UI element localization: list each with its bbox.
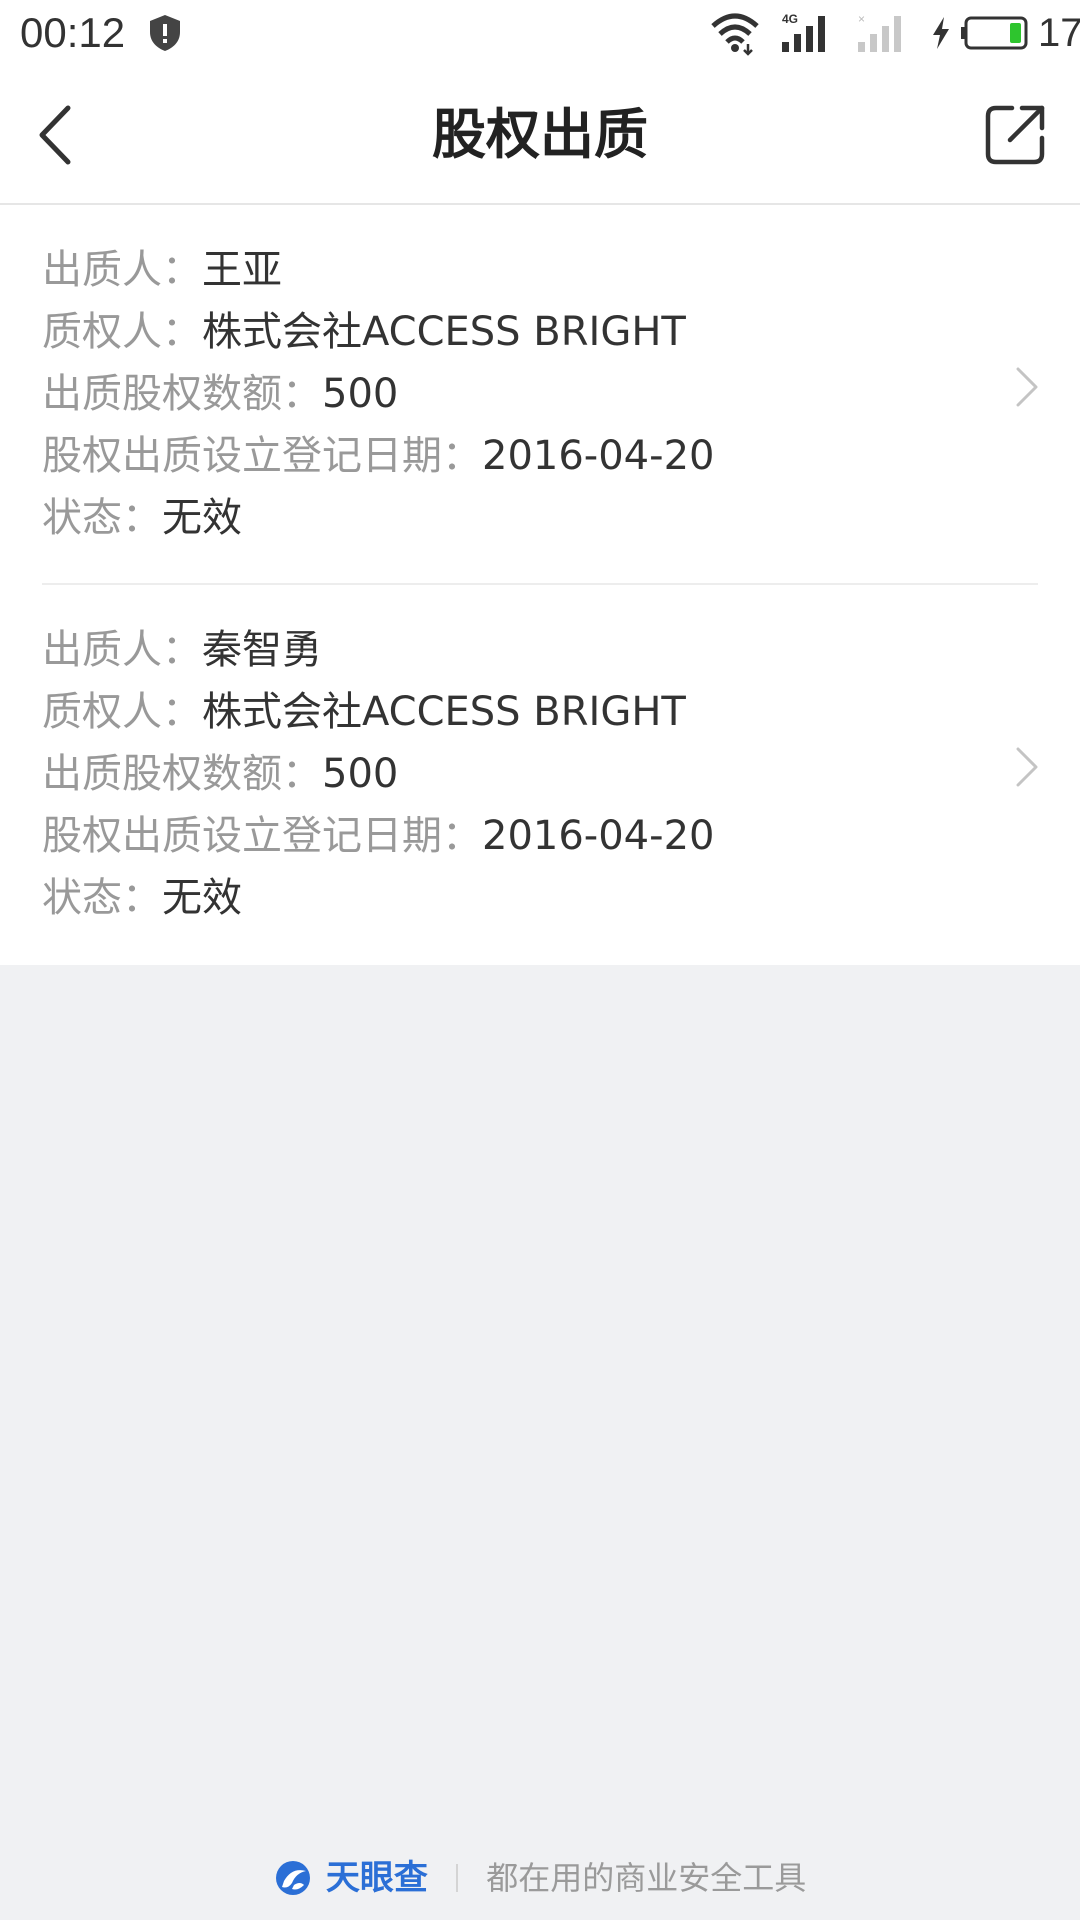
nav-bar: 股权出质 xyxy=(0,66,1080,205)
chevron-right-icon xyxy=(1016,367,1038,407)
date-label: 股权出质设立登记日期： xyxy=(42,433,482,479)
signal-no-sim-icon: × xyxy=(858,12,901,52)
pledgor-label: 出质人： xyxy=(42,247,202,293)
footer: 天眼查 都在用的商业安全工具 xyxy=(0,1852,1080,1900)
pledgee-value: 株式会社ACCESS BRIGHT xyxy=(202,309,686,355)
shield-icon xyxy=(150,15,180,51)
pledgee-value: 株式会社ACCESS BRIGHT xyxy=(202,689,686,735)
footer-slogan: 都在用的商业安全工具 xyxy=(486,1859,807,1897)
list-item[interactable]: 出质人：秦智勇 质权人：株式会社ACCESS BRIGHT 出质股权数额：500… xyxy=(0,585,1080,965)
amount-row: 出质股权数额：500 xyxy=(42,363,714,425)
status-label: 状态： xyxy=(42,875,162,921)
list-item[interactable]: 出质人：王亚 质权人：株式会社ACCESS BRIGHT 出质股权数额：500 … xyxy=(0,205,1080,585)
status-label: 状态： xyxy=(42,495,162,541)
chevron-right-icon xyxy=(1016,747,1038,787)
pledgor-value: 王亚 xyxy=(202,247,282,293)
svg-text:4G: 4G xyxy=(782,12,798,26)
status-bar: 00:12 4G × 17 xyxy=(0,0,1080,66)
battery-icon xyxy=(961,16,1028,50)
date-row: 股权出质设立登记日期：2016-04-20 xyxy=(42,805,714,867)
signal-4g-icon: 4G xyxy=(782,12,825,52)
amount-row: 出质股权数额：500 xyxy=(42,743,714,805)
page-title: 股权出质 xyxy=(432,103,648,166)
status-time: 00:12 xyxy=(20,9,126,56)
date-row: 股权出质设立登记日期：2016-04-20 xyxy=(42,425,714,487)
amount-label: 出质股权数额： xyxy=(42,751,322,797)
charging-bolt-icon xyxy=(933,17,949,49)
date-label: 股权出质设立登记日期： xyxy=(42,813,482,859)
footer-divider xyxy=(456,1864,459,1892)
pledgee-label: 质权人： xyxy=(42,309,202,355)
amount-label: 出质股权数额： xyxy=(42,371,322,417)
status-row: 状态：无效 xyxy=(42,867,714,929)
amount-value: 500 xyxy=(322,751,399,797)
status-value: 无效 xyxy=(162,875,242,921)
battery-percent: 17 xyxy=(1038,11,1080,55)
pledgor-row: 出质人：秦智勇 xyxy=(42,619,714,681)
pledge-list: 出质人：王亚 质权人：株式会社ACCESS BRIGHT 出质股权数额：500 … xyxy=(0,205,1080,965)
date-value: 2016-04-20 xyxy=(482,813,715,859)
pledgee-label: 质权人： xyxy=(42,689,202,735)
share-icon[interactable] xyxy=(982,102,1048,168)
status-value: 无效 xyxy=(162,495,242,541)
status-icons: 4G × 17 xyxy=(660,0,1080,66)
brand-name: 天眼查 xyxy=(325,1858,428,1898)
wifi-icon xyxy=(711,13,759,56)
pledgor-row: 出质人：王亚 xyxy=(42,239,714,301)
svg-text:×: × xyxy=(858,12,865,26)
pledgor-value: 秦智勇 xyxy=(202,627,322,673)
tianyancha-logo-icon xyxy=(275,1861,310,1895)
status-row: 状态：无效 xyxy=(42,487,714,549)
amount-value: 500 xyxy=(322,371,399,417)
pledgee-row: 质权人：株式会社ACCESS BRIGHT xyxy=(42,681,714,743)
pledgor-label: 出质人： xyxy=(42,627,202,673)
pledgee-row: 质权人：株式会社ACCESS BRIGHT xyxy=(42,301,714,363)
date-value: 2016-04-20 xyxy=(482,433,715,479)
